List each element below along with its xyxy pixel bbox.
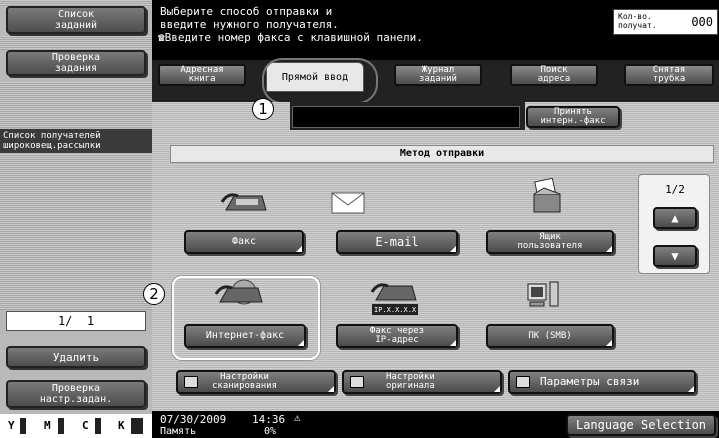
original-settings-button[interactable]: Настройки оригинала (342, 370, 502, 394)
internet-fax-method-button[interactable]: Интернет-факс (184, 324, 306, 348)
arrow-down-icon: ▼ (671, 249, 679, 263)
check-job-button[interactable]: Проверка задания (6, 50, 146, 76)
arrow-up-icon: ▲ (671, 211, 679, 225)
callout-2: 2 (143, 283, 165, 305)
pc-icon (527, 281, 559, 307)
check-settings-button[interactable]: Проверка настр.задан. (6, 380, 146, 408)
page-up-button[interactable]: ▲ (653, 207, 697, 229)
memory-label: Память (160, 426, 197, 437)
language-selection-button[interactable]: Language Selection (566, 414, 716, 436)
tab-address-book[interactable]: Адресная книга (158, 64, 246, 86)
page-down-button[interactable]: ▼ (653, 245, 697, 267)
toner-c-level (95, 418, 101, 434)
toner-y: Y (8, 419, 15, 432)
direct-input-field[interactable] (292, 106, 520, 128)
tab-highlight-outline (262, 58, 378, 104)
job-list-button[interactable]: Список заданий (6, 6, 146, 34)
fax-hint-icon: ☎ (158, 31, 165, 44)
envelope-icon (331, 192, 365, 214)
user-box-icon (533, 178, 561, 213)
tab-address-search[interactable]: Поиск адреса (510, 64, 598, 86)
email-method-button[interactable]: E-mail (336, 230, 458, 254)
toner-c: C (82, 419, 89, 432)
ip-icon-label: IP.X.X.X.X (374, 306, 417, 314)
communication-settings-button[interactable]: Параметры связи (508, 370, 696, 394)
memory-warning-icon: ⚠ (294, 411, 301, 424)
ip-fax-method-button[interactable]: Факс через IP-адрес (336, 324, 458, 348)
delete-button[interactable]: Удалить (6, 346, 146, 368)
tab-job-log[interactable]: Журнал заданий (394, 64, 482, 86)
toner-k-level (131, 418, 143, 434)
recipient-counter: Кол-во. получат. 000 (613, 9, 718, 35)
tab-bar: Адресная книга Прямой ввод Журнал задани… (152, 60, 719, 102)
toner-m: M (44, 419, 51, 432)
main-panel: Принять интерн.-факс Метод отправки 1/2 … (152, 102, 719, 438)
toner-indicator: Y M C K (0, 414, 152, 438)
message-banner: Выберите способ отправки и введите нужно… (152, 0, 719, 60)
toner-m-level (58, 418, 64, 434)
communication-settings-icon (516, 376, 530, 388)
tab-off-hook[interactable]: Снятая трубка (624, 64, 714, 86)
callout-1: 1 (252, 98, 274, 120)
message-line-1: Выберите способ отправки и (160, 5, 333, 18)
send-method-header: Метод отправки (170, 145, 714, 163)
left-sidebar: Список заданий Проверка задания Список п… (0, 0, 152, 438)
counter-value: 000 (691, 15, 713, 29)
accept-internet-fax-button[interactable]: Принять интерн.-факс (526, 106, 620, 128)
status-bar: 07/30/2009 14:36 ⚠ Память 0% Language Se… (152, 411, 719, 438)
fax-icon (220, 193, 267, 211)
scan-settings-button[interactable]: Настройки сканирования (176, 370, 336, 394)
status-date: 07/30/2009 (160, 413, 227, 426)
memory-value: 0% (264, 426, 277, 437)
message-line-2: введите нужного получателя. (160, 18, 339, 31)
message-line-3: ☎Введите номер факса с клавишной панели. (158, 31, 423, 44)
recipient-list-header: Список получателей широковещ.рассылки (0, 129, 152, 153)
scan-settings-icon (184, 376, 198, 388)
status-time: 14:36 (252, 413, 286, 426)
recipient-page-indicator: 1/ 1 (6, 311, 146, 331)
fax-method-button[interactable]: Факс (184, 230, 304, 254)
original-settings-icon (350, 376, 364, 388)
page-nav: 1/2 ▲ ▼ (638, 174, 710, 274)
pc-smb-method-button[interactable]: ПК (SMB) (486, 324, 614, 348)
page-indicator: 1/2 (665, 183, 685, 196)
counter-label: Кол-во. получат. (618, 12, 657, 30)
toner-y-level (20, 418, 26, 434)
user-box-method-button[interactable]: Ящик пользователя (486, 230, 614, 254)
toner-k: K (118, 419, 125, 432)
